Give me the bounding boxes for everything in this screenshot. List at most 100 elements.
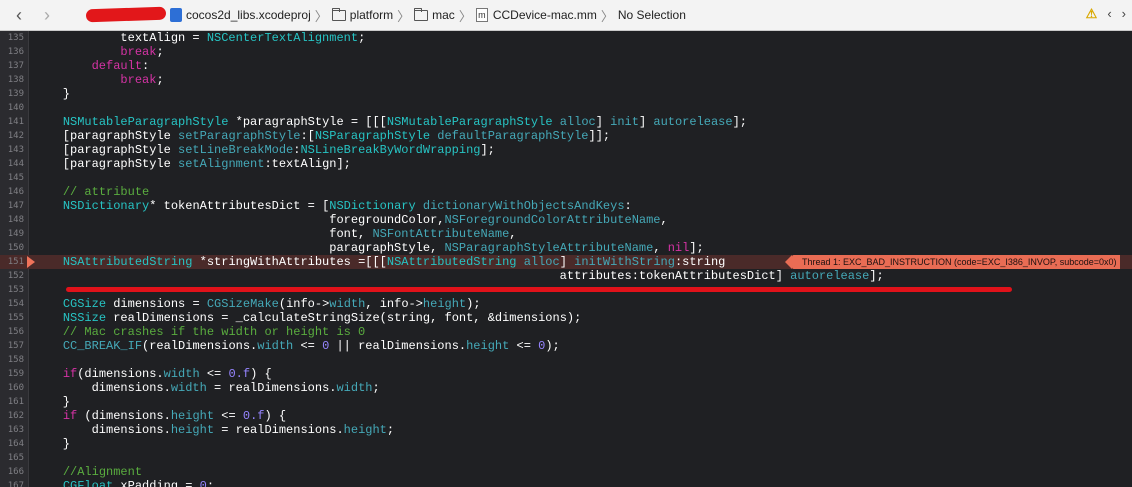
- breadcrumb-folder-platform[interactable]: platform: [331, 0, 394, 31]
- code-line[interactable]: 148 foregroundColor,NSForegroundColorAtt…: [0, 213, 1132, 227]
- back-arrow-icon[interactable]: ‹: [8, 4, 30, 26]
- line-number: 137: [7, 61, 24, 71]
- line-number: 156: [7, 327, 24, 337]
- breadcrumb-separator-icon: 〉: [397, 8, 411, 24]
- code-text: if (dimensions.height <= 0.f) {: [62, 409, 287, 423]
- red-underline-annotation: [66, 287, 1012, 292]
- breadcrumb-file[interactable]: m CCDevice-mac.mm: [475, 0, 597, 31]
- code-text: break;: [120, 45, 164, 59]
- line-number: 165: [7, 453, 24, 463]
- code-line[interactable]: 150 paragraphStyle, NSParagraphStyleAttr…: [0, 241, 1132, 255]
- xcodeproj-icon: [170, 8, 182, 22]
- code-text: }: [34, 437, 71, 451]
- line-number: 153: [7, 285, 24, 295]
- breadcrumb-selection[interactable]: No Selection: [618, 0, 686, 31]
- objc-file-icon: m: [475, 8, 488, 22]
- code-line[interactable]: 145: [0, 171, 1132, 185]
- code-text: }: [34, 395, 71, 409]
- folder-icon: [331, 7, 346, 21]
- code-text: NSDictionary* tokenAttributesDict = [NSD…: [62, 199, 632, 213]
- breadcrumb-project-label: cocos2d_libs.xcodeproj: [186, 8, 311, 22]
- line-number: 159: [7, 369, 24, 379]
- code-text: [paragraphStyle setParagraphStyle:[NSPar…: [34, 129, 611, 143]
- code-line[interactable]: 159 if(dimensions.width <= 0.f) {: [0, 367, 1132, 381]
- code-line[interactable]: 146 // attribute: [0, 185, 1132, 199]
- breadcrumb-folder-mac[interactable]: mac: [414, 0, 455, 31]
- line-number: 152: [7, 271, 24, 281]
- code-line[interactable]: 144 [paragraphStyle setAlignment:textAli…: [0, 157, 1132, 171]
- line-number: 147: [7, 201, 24, 211]
- line-number: 157: [7, 341, 24, 351]
- breadcrumb-folder-label: platform: [349, 8, 394, 22]
- code-text: NSMutableParagraphStyle *paragraphStyle …: [62, 115, 747, 129]
- code-line[interactable]: 142 [paragraphStyle setParagraphStyle:[N…: [0, 129, 1132, 143]
- code-line[interactable]: 167 CGFloat xPadding = 0;: [0, 479, 1132, 487]
- breadcrumb-selection-label: No Selection: [617, 8, 686, 22]
- code-text: paragraphStyle, NSParagraphStyleAttribut…: [34, 241, 704, 255]
- error-annotation-badge[interactable]: Thread 1: EXC_BAD_INSTRUCTION (code=EXC_…: [784, 255, 1121, 269]
- code-line[interactable]: 166 //Alignment: [0, 465, 1132, 479]
- warning-icon[interactable]: ⚠: [1086, 6, 1098, 22]
- code-text: break;: [120, 73, 164, 87]
- line-number: 160: [7, 383, 24, 393]
- code-text: [paragraphStyle setAlignment:textAlign];: [34, 157, 351, 171]
- code-line[interactable]: 162 if (dimensions.height <= 0.f) {: [0, 409, 1132, 423]
- forward-arrow-icon[interactable]: ›: [36, 4, 58, 26]
- code-line[interactable]: 136 break;: [0, 45, 1132, 59]
- line-number: 162: [7, 411, 24, 421]
- redaction-mark: [85, 6, 167, 23]
- code-line[interactable]: 149 font, NSFontAttributeName,: [0, 227, 1132, 241]
- code-line[interactable]: 160 dimensions.width = realDimensions.wi…: [0, 381, 1132, 395]
- code-text: dimensions.width = realDimensions.width;: [34, 381, 380, 395]
- code-text: [paragraphStyle setLineBreakMode:NSLineB…: [34, 143, 495, 157]
- line-number: 155: [7, 313, 24, 323]
- line-number: 151: [7, 257, 24, 267]
- code-line[interactable]: 147 NSDictionary* tokenAttributesDict = …: [0, 199, 1132, 213]
- line-number: 136: [7, 47, 24, 57]
- code-line[interactable]: 155 NSSize realDimensions = _calculateSt…: [0, 311, 1132, 325]
- line-number: 146: [7, 187, 24, 197]
- instruction-pointer-icon[interactable]: [27, 256, 35, 268]
- code-text: foregroundColor,NSForegroundColorAttribu…: [34, 213, 668, 227]
- code-text: default:: [91, 59, 150, 73]
- code-line[interactable]: 141 NSMutableParagraphStyle *paragraphSt…: [0, 115, 1132, 129]
- code-line[interactable]: 152 attributes:tokenAttributesDict] auto…: [0, 269, 1132, 283]
- line-number: 167: [7, 481, 24, 487]
- code-line[interactable]: 156 // Mac crashes if the width or heigh…: [0, 325, 1132, 339]
- line-number: 139: [7, 89, 24, 99]
- line-number: 149: [7, 229, 24, 239]
- code-line[interactable]: 165: [0, 451, 1132, 465]
- line-number: 138: [7, 75, 24, 85]
- code-text: NSAttributedString *stringWithAttributes…: [62, 255, 726, 269]
- code-line[interactable]: 161 }: [0, 395, 1132, 409]
- previous-issue-icon[interactable]: ‹: [1107, 6, 1111, 22]
- code-line[interactable]: 164 }: [0, 437, 1132, 451]
- line-number: 145: [7, 173, 24, 183]
- next-issue-icon[interactable]: ›: [1122, 6, 1126, 22]
- code-line[interactable]: 163 dimensions.height = realDimensions.h…: [0, 423, 1132, 437]
- source-editor[interactable]: 135 textAlign = NSCenterTextAlignment; 13…: [0, 31, 1132, 487]
- code-line[interactable]: 135 textAlign = NSCenterTextAlignment;: [0, 31, 1132, 45]
- line-number: 135: [7, 33, 24, 43]
- code-text: textAlign = NSCenterTextAlignment;: [34, 31, 366, 45]
- breadcrumb-file-label: CCDevice-mac.mm: [492, 8, 597, 22]
- code-line[interactable]: 143 [paragraphStyle setLineBreakMode:NSL…: [0, 143, 1132, 157]
- code-text: CGSize dimensions = CGSizeMake(info->wid…: [62, 297, 481, 311]
- code-text: //Alignment: [62, 465, 143, 479]
- code-line[interactable]: 139 }: [0, 87, 1132, 101]
- line-number: 144: [7, 159, 24, 169]
- code-line[interactable]: 140: [0, 101, 1132, 115]
- breadcrumb-separator-icon: 〉: [600, 8, 614, 24]
- breadcrumb-project[interactable]: cocos2d_libs.xcodeproj: [170, 0, 311, 31]
- code-line[interactable]: 158: [0, 353, 1132, 367]
- line-number: 140: [7, 103, 24, 113]
- code-line[interactable]: 157 CC_BREAK_IF(realDimensions.width <= …: [0, 339, 1132, 353]
- code-line[interactable]: 137 default:: [0, 59, 1132, 73]
- breadcrumb-separator-icon: 〉: [458, 8, 472, 24]
- line-number: 164: [7, 439, 24, 449]
- line-number: 141: [7, 117, 24, 127]
- breadcrumb-folder-label: mac: [432, 8, 455, 22]
- code-line[interactable]: 154 CGSize dimensions = CGSizeMake(info-…: [0, 297, 1132, 311]
- folder-icon: [414, 7, 429, 21]
- code-line[interactable]: 138 break;: [0, 73, 1132, 87]
